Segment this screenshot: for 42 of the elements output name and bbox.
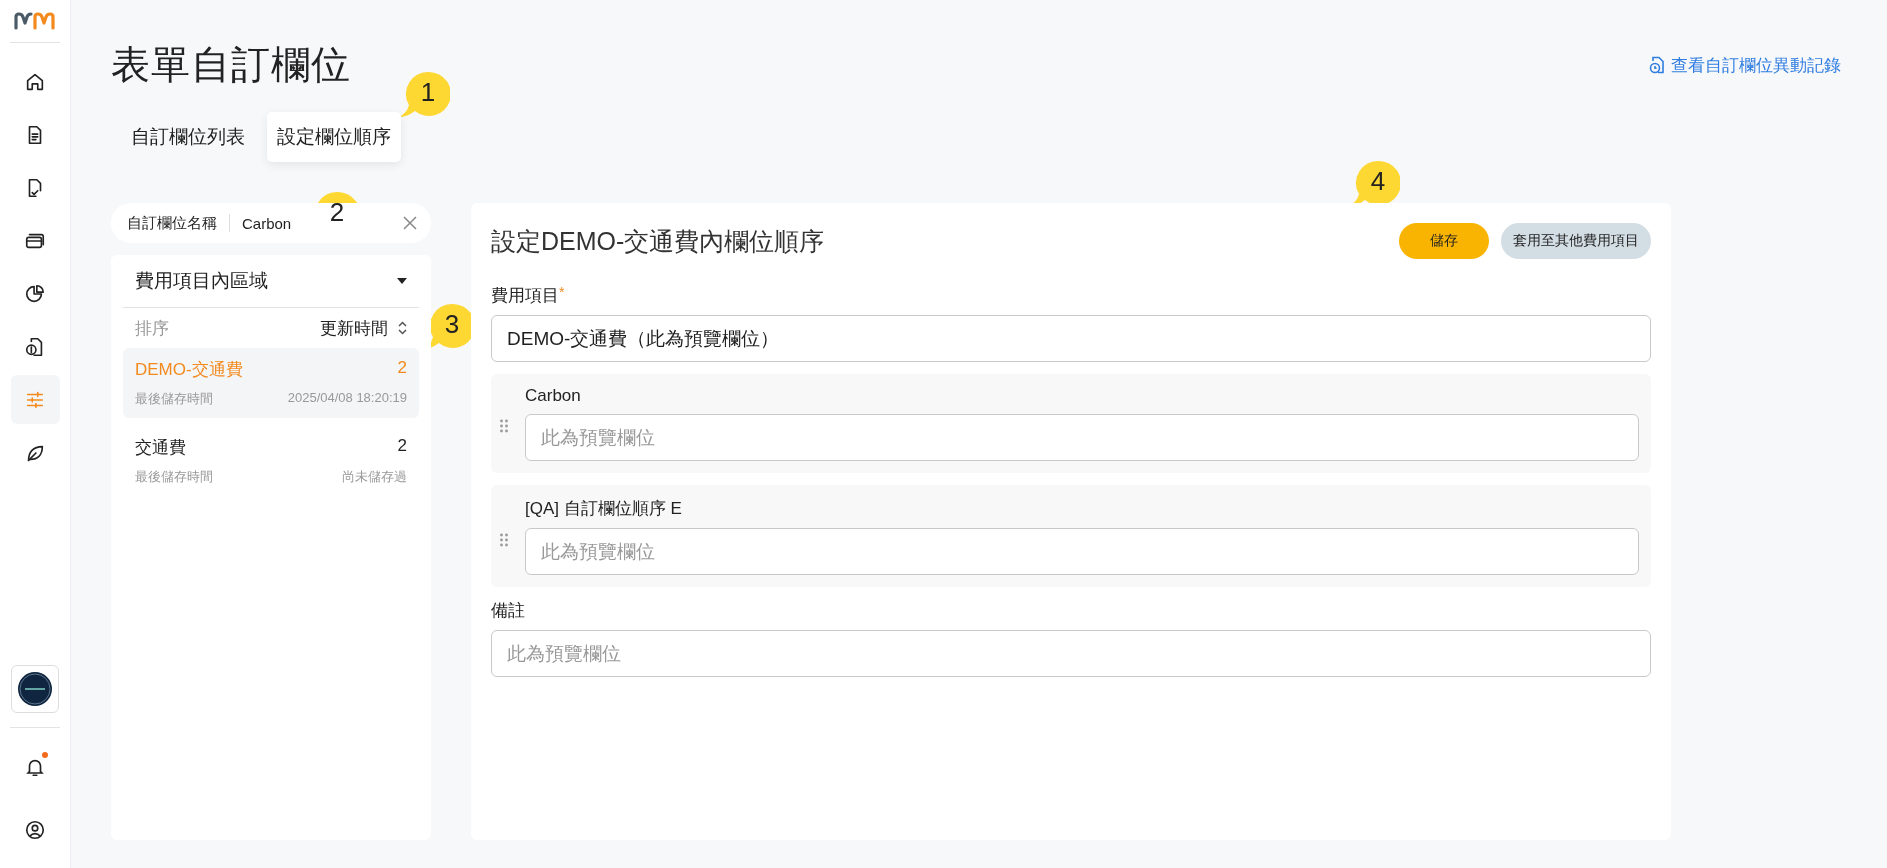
drag-handle-icon[interactable] bbox=[499, 533, 509, 547]
expense-item[interactable]: 交通費 2 最後儲存時間 尚未儲存過 bbox=[123, 426, 419, 496]
company-avatar[interactable] bbox=[11, 665, 59, 713]
tab[interactable]: 設定欄位順序 bbox=[267, 112, 401, 162]
user-icon bbox=[24, 818, 46, 841]
close-icon bbox=[403, 216, 417, 230]
field-label: 費用項目 bbox=[491, 286, 559, 305]
draggable-field-card[interactable]: Carbon 此為預覽欄位 bbox=[491, 374, 1651, 473]
avatar-icon bbox=[17, 671, 53, 707]
drag-handle-icon[interactable] bbox=[499, 419, 509, 433]
meta-value: 尚未儲存過 bbox=[342, 468, 407, 486]
callout-badge: 1 bbox=[398, 70, 450, 120]
draggable-field-card[interactable]: [QA] 自訂欄位順序 E 此為預覽欄位 bbox=[491, 485, 1651, 587]
area-dropdown[interactable]: 費用項目內區域 bbox=[123, 255, 419, 308]
input-field[interactable]: DEMO-交通費（此為預覽欄位） bbox=[491, 315, 1651, 362]
logo-icon bbox=[14, 12, 56, 30]
tab[interactable]: 自訂欄位列表 bbox=[121, 112, 255, 162]
item-name: 交通費 bbox=[135, 437, 186, 459]
field-label: 備註 bbox=[491, 601, 525, 620]
field-label: [QA] 自訂欄位順序 E bbox=[525, 499, 682, 518]
item-name: DEMO-交通費 bbox=[135, 359, 243, 381]
pie-chart-icon bbox=[24, 282, 46, 305]
filter-value: Carbon bbox=[241, 214, 293, 232]
page-title: 表單自訂欄位 bbox=[111, 42, 351, 88]
required-mark: * bbox=[559, 284, 565, 300]
caret-icon bbox=[397, 278, 407, 284]
sort-label: 排序 bbox=[135, 317, 169, 340]
meta-value: 2025/04/08 18:20:19 bbox=[287, 390, 407, 407]
history-link[interactable]: 查看自訂欄位異動記錄 bbox=[1649, 53, 1841, 77]
sort-button[interactable]: 更新時間 bbox=[320, 316, 407, 340]
sort-icon bbox=[398, 321, 407, 335]
save-button[interactable]: 儲存 bbox=[1399, 223, 1489, 259]
item-count: 2 bbox=[397, 358, 407, 379]
editor-title: 設定DEMO-交通費內欄位順序 bbox=[491, 225, 826, 257]
field-label: Carbon bbox=[525, 386, 581, 405]
clear-button[interactable] bbox=[403, 216, 417, 230]
meta-label: 最後儲存時間 bbox=[135, 468, 213, 486]
apply-button[interactable]: 套用至其他費用項目 bbox=[1501, 223, 1651, 259]
document-clock-icon bbox=[1649, 56, 1665, 74]
item-count: 2 bbox=[397, 436, 407, 457]
meta-label: 最後儲存時間 bbox=[135, 390, 213, 408]
filter-label: 自訂欄位名稱 bbox=[127, 214, 230, 232]
